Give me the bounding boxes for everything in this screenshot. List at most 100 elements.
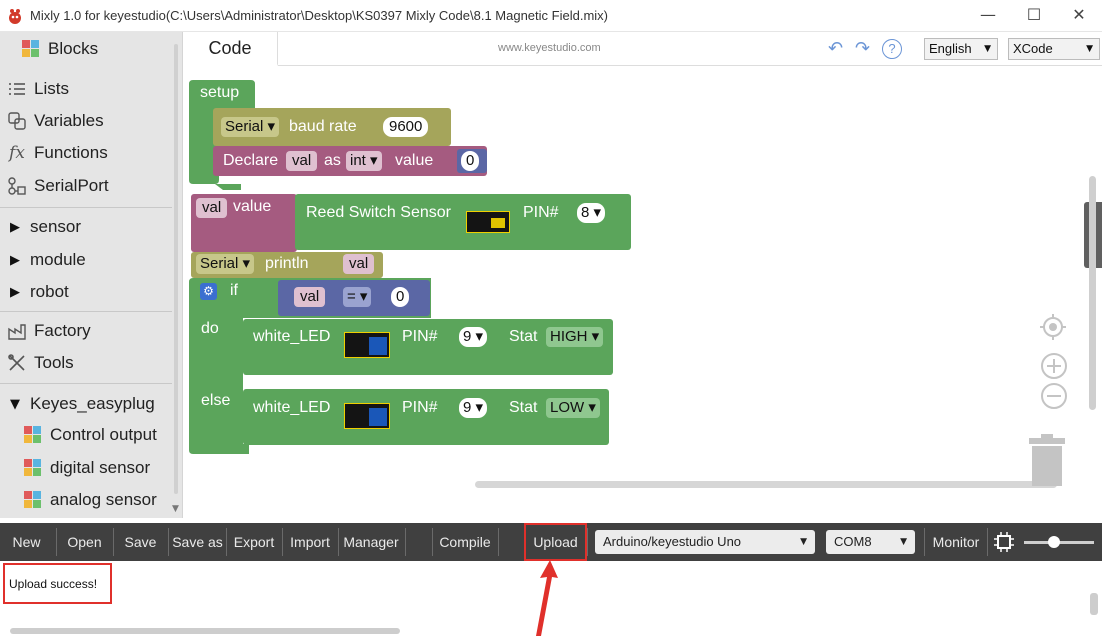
sidebar-item-serialport[interactable]: SerialPort [0, 171, 170, 201]
condition-value-input[interactable]: 0 [391, 287, 410, 307]
setup-label: setup [200, 84, 240, 101]
theme-select[interactable]: XCode ▼ [1008, 38, 1100, 60]
serialport-icon [6, 175, 28, 197]
block-workspace[interactable]: setup Serial ▾ baud rate 9600 Declare va… [183, 66, 1102, 518]
baud-rate-input[interactable]: 9600 [383, 117, 429, 137]
sidebar-item-blocks[interactable]: Blocks [0, 34, 170, 64]
println-label: println [265, 255, 309, 272]
recenter-icon[interactable] [1038, 312, 1068, 342]
undo-icon[interactable]: ↶ [828, 38, 843, 59]
sidebar-item-analog-sensor[interactable]: analog sensor [0, 485, 170, 515]
triangle-right-icon: ▶ [10, 219, 20, 235]
gear-icon[interactable]: ⚙ [200, 283, 217, 300]
language-select[interactable]: English ▼ [924, 38, 998, 60]
close-button[interactable]: ✕ [1056, 0, 1102, 32]
scrollbar-thumb[interactable] [174, 44, 178, 494]
language-value: English [929, 41, 972, 56]
sidebar-item-sensor[interactable]: ▶ sensor [0, 212, 170, 242]
trash-icon[interactable] [1027, 434, 1067, 488]
puzzle-icon [20, 38, 42, 60]
led-pin-dropdown[interactable]: 9 ▾ [459, 398, 488, 418]
sidebar-item-robot[interactable]: ▶ robot [0, 277, 170, 307]
sidebar-item-label: analog sensor [50, 490, 157, 509]
manager-button[interactable]: Manager [340, 523, 402, 561]
help-icon[interactable]: ? [882, 39, 902, 59]
function-icon: fx [9, 143, 25, 163]
assign-variable-field[interactable]: val [196, 198, 228, 218]
stat-low-value: LOW [550, 399, 585, 416]
open-button[interactable]: Open [58, 523, 111, 561]
sidebar-item-digital-sensor[interactable]: digital sensor [0, 453, 170, 483]
assign-value-label: value [233, 198, 272, 215]
pin-label: PIN# [402, 328, 438, 345]
init-value-input[interactable]: 0 [461, 151, 480, 171]
workspace-horizontal-scrollbar[interactable] [475, 481, 1057, 488]
triangle-right-icon: ▶ [10, 252, 20, 268]
annotation-arrow-icon [536, 560, 558, 636]
sidebar-item-factory[interactable]: Factory [0, 316, 170, 346]
maximize-button[interactable]: ☐ [1011, 0, 1057, 32]
save-button[interactable]: Save [115, 523, 166, 561]
chevron-down-icon[interactable]: ▼ [172, 504, 179, 514]
sidebar-item-tools[interactable]: Tools [0, 348, 170, 378]
mixly-logo-icon [9, 9, 21, 24]
tab-code[interactable]: Code [183, 32, 278, 66]
chevron-down-icon: ▼ [800, 537, 807, 547]
variables-icon [6, 110, 28, 132]
serial-dropdown[interactable]: Serial ▾ [221, 117, 280, 137]
zoom-in-icon[interactable] [1039, 351, 1069, 381]
board-select[interactable]: Arduino/keyestudio Uno ▼ [595, 530, 815, 554]
type-dropdown[interactable]: int ▾ [346, 151, 382, 171]
output-horizontal-scrollbar[interactable] [10, 628, 400, 634]
serial-value: Serial [225, 118, 264, 135]
minimize-button[interactable]: — [965, 0, 1011, 32]
condition-variable-field[interactable]: val [294, 287, 326, 307]
slider-handle[interactable] [1048, 536, 1060, 548]
compile-button[interactable]: Compile [434, 523, 496, 561]
baud-rate-label: baud rate [289, 118, 357, 135]
sidebar-item-control-output[interactable]: Control output [0, 420, 170, 450]
led-pin-dropdown[interactable]: 9 ▾ [459, 327, 488, 347]
sidebar-item-module[interactable]: ▶ module [0, 245, 170, 275]
serial-println-dropdown[interactable]: Serial ▾ [196, 254, 255, 274]
sidebar-divider [0, 383, 172, 384]
reed-switch-block[interactable] [295, 194, 631, 250]
size-slider[interactable] [1024, 536, 1094, 548]
toolbar-divider [405, 528, 406, 556]
output-vertical-scrollbar[interactable] [1090, 593, 1098, 615]
monitor-button[interactable]: Monitor [926, 523, 986, 561]
stat-high-dropdown[interactable]: HIGH ▾ [546, 327, 604, 347]
factory-icon [6, 320, 28, 342]
operator-dropdown[interactable]: = ▾ [343, 287, 372, 307]
block-category-sidebar: Blocks Lists Variables fx Functions Seri… [0, 32, 183, 518]
sidebar-item-variables[interactable]: Variables [0, 106, 170, 136]
workspace-vertical-scrollbar[interactable] [1089, 176, 1096, 410]
sidebar-item-label: SerialPort [34, 176, 109, 195]
new-button[interactable]: New [0, 523, 53, 561]
sidebar-scrollbar[interactable]: ▼ [172, 44, 180, 514]
pin-label: PIN# [523, 204, 559, 221]
sidebar-divider [0, 207, 172, 208]
do-label: do [201, 320, 219, 337]
output-highlight-box [3, 563, 112, 604]
save-as-button[interactable]: Save as [170, 523, 225, 561]
website-label: www.keyestudio.com [498, 42, 601, 54]
export-button[interactable]: Export [228, 523, 280, 561]
redo-icon[interactable]: ↷ [855, 38, 870, 59]
stat-label: Stat [509, 399, 538, 416]
sidebar-item-keyes-easyplug[interactable]: ▼ Keyes_easyplug [0, 389, 170, 419]
chevron-down-icon: ▼ [900, 537, 907, 547]
println-variable-field[interactable]: val [343, 254, 375, 274]
chip-icon[interactable] [993, 531, 1015, 553]
stat-low-dropdown[interactable]: LOW ▾ [546, 398, 600, 418]
zoom-out-icon[interactable] [1039, 381, 1069, 411]
sidebar-item-lists[interactable]: Lists [0, 74, 170, 104]
toolbar-divider [587, 528, 588, 556]
if-label: if [230, 282, 238, 299]
variable-name-field[interactable]: val [286, 151, 318, 171]
toolbar-divider [282, 528, 283, 556]
import-button[interactable]: Import [284, 523, 336, 561]
port-select[interactable]: COM8 ▼ [826, 530, 915, 554]
sensor-pin-dropdown[interactable]: 8 ▾ [577, 203, 606, 223]
sidebar-item-functions[interactable]: fx Functions [0, 138, 170, 168]
